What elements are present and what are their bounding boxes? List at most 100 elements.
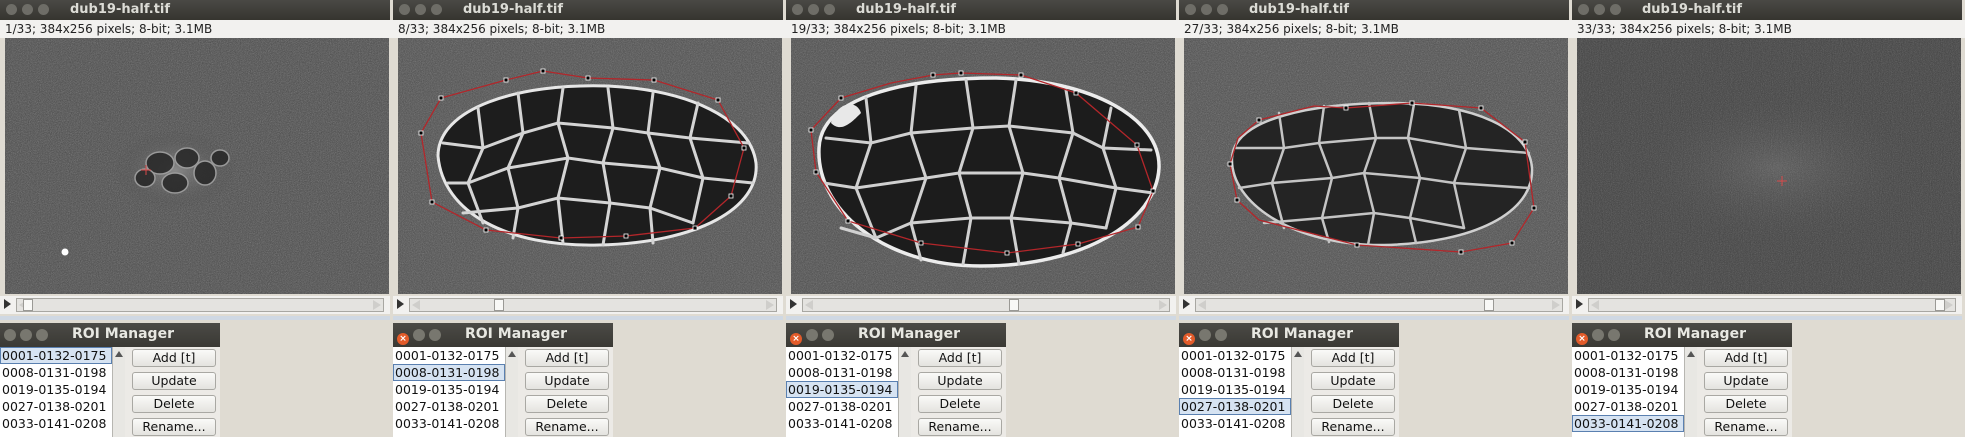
scroll-up-icon[interactable] [508, 351, 516, 357]
list-item[interactable]: 0008-0131-0198 [1179, 364, 1291, 381]
minimize-icon[interactable] [808, 4, 819, 15]
roi-list[interactable]: 0001-0132-0175 0008-0131-0198 0019-0135-… [1572, 347, 1684, 437]
close-icon[interactable]: × [1183, 333, 1195, 345]
update-button[interactable]: Update [1704, 372, 1788, 390]
update-button[interactable]: Update [918, 372, 1002, 390]
add-button[interactable]: Add [t] [132, 349, 216, 367]
roi-list-scrollbar[interactable] [1291, 347, 1304, 437]
list-item[interactable]: 0033-0141-0208 [1572, 415, 1684, 432]
image-canvas[interactable] [1577, 38, 1961, 294]
list-item[interactable]: 0027-0138-0201 [1179, 398, 1291, 415]
delete-button[interactable]: Delete [1704, 395, 1788, 413]
list-item[interactable]: 0008-0131-0198 [0, 364, 112, 381]
roi-list-scrollbar[interactable] [1684, 347, 1697, 437]
maximize-icon[interactable] [824, 4, 835, 15]
add-button[interactable]: Add [t] [525, 349, 609, 367]
close-icon[interactable]: × [790, 333, 802, 345]
stack-slider[interactable] [802, 298, 1170, 312]
list-item[interactable]: 0027-0138-0201 [393, 398, 505, 415]
roi-list[interactable]: 0001-0132-0175 0008-0131-0198 0019-0135-… [786, 347, 898, 437]
list-item[interactable]: 0001-0132-0175 [393, 347, 505, 364]
rename-button[interactable]: Rename... [1704, 418, 1788, 436]
list-item[interactable]: 0008-0131-0198 [1572, 364, 1684, 381]
list-item[interactable]: 0033-0141-0208 [1179, 415, 1291, 432]
play-icon[interactable] [1183, 299, 1190, 309]
slider-thumb[interactable] [23, 299, 33, 311]
slider-thumb[interactable] [1484, 299, 1494, 311]
stack-slider[interactable] [16, 298, 384, 312]
add-button[interactable]: Add [t] [1704, 349, 1788, 367]
scroll-up-icon[interactable] [901, 351, 909, 357]
image-canvas[interactable] [5, 38, 389, 294]
arrow-left-icon[interactable] [412, 300, 420, 310]
delete-button[interactable]: Delete [132, 395, 216, 413]
arrow-right-icon[interactable] [1159, 300, 1167, 310]
list-item[interactable]: 0027-0138-0201 [0, 398, 112, 415]
update-button[interactable]: Update [525, 372, 609, 390]
minimize-icon[interactable] [413, 329, 425, 341]
list-item[interactable]: 0019-0135-0194 [1179, 381, 1291, 398]
minimize-icon[interactable] [22, 4, 33, 15]
close-icon[interactable] [792, 4, 803, 15]
maximize-icon[interactable] [38, 4, 49, 15]
roi-list[interactable]: 0001-0132-0175 0008-0131-0198 0019-0135-… [0, 347, 112, 437]
arrow-right-icon[interactable] [1552, 300, 1560, 310]
play-icon[interactable] [4, 299, 11, 309]
window-titlebar[interactable]: dub19-half.tif [1179, 0, 1569, 20]
roi-titlebar[interactable]: × ROI Manager [1179, 323, 1399, 347]
delete-button[interactable]: Delete [918, 395, 1002, 413]
scroll-up-icon[interactable] [1687, 351, 1695, 357]
stack-slider[interactable] [409, 298, 777, 312]
slider-thumb[interactable] [1009, 299, 1019, 311]
arrow-left-icon[interactable] [805, 300, 813, 310]
play-icon[interactable] [397, 299, 404, 309]
list-item[interactable]: 0027-0138-0201 [786, 398, 898, 415]
window-titlebar[interactable]: dub19-half.tif [1572, 0, 1962, 20]
list-item[interactable]: 0027-0138-0201 [1572, 398, 1684, 415]
maximize-icon[interactable] [1217, 4, 1228, 15]
list-item[interactable]: 0001-0132-0175 [786, 347, 898, 364]
minimize-icon[interactable] [20, 329, 32, 341]
roi-titlebar[interactable]: × ROI Manager [786, 323, 1006, 347]
update-button[interactable]: Update [132, 372, 216, 390]
roi-list-scrollbar[interactable] [505, 347, 518, 437]
maximize-icon[interactable] [36, 329, 48, 341]
list-item[interactable]: 0033-0141-0208 [786, 415, 898, 432]
rename-button[interactable]: Rename... [918, 418, 1002, 436]
close-icon[interactable] [6, 4, 17, 15]
minimize-icon[interactable] [1199, 329, 1211, 341]
scroll-up-icon[interactable] [1294, 351, 1302, 357]
list-item[interactable]: 0019-0135-0194 [0, 381, 112, 398]
close-icon[interactable] [1578, 4, 1589, 15]
list-item[interactable]: 0001-0132-0175 [1572, 347, 1684, 364]
maximize-icon[interactable] [1610, 4, 1621, 15]
list-item[interactable]: 0008-0131-0198 [786, 364, 898, 381]
maximize-icon[interactable] [431, 4, 442, 15]
scroll-up-icon[interactable] [115, 351, 123, 357]
list-item[interactable]: 0001-0132-0175 [0, 347, 112, 364]
window-titlebar[interactable]: dub19-half.tif [0, 0, 390, 20]
image-canvas[interactable] [791, 38, 1175, 294]
list-item[interactable]: 0033-0141-0208 [393, 415, 505, 432]
roi-list-scrollbar[interactable] [112, 347, 125, 437]
minimize-icon[interactable] [1592, 329, 1604, 341]
minimize-icon[interactable] [415, 4, 426, 15]
roi-list[interactable]: 0001-0132-0175 0008-0131-0198 0019-0135-… [393, 347, 505, 437]
close-icon[interactable] [1185, 4, 1196, 15]
play-icon[interactable] [1576, 299, 1583, 309]
close-icon[interactable] [4, 329, 16, 341]
rename-button[interactable]: Rename... [132, 418, 216, 436]
rename-button[interactable]: Rename... [525, 418, 609, 436]
maximize-icon[interactable] [1215, 329, 1227, 341]
image-canvas[interactable] [398, 38, 782, 294]
list-item[interactable]: 0008-0131-0198 [393, 364, 505, 381]
minimize-icon[interactable] [1201, 4, 1212, 15]
play-icon[interactable] [790, 299, 797, 309]
delete-button[interactable]: Delete [1311, 395, 1395, 413]
image-canvas[interactable] [1184, 38, 1568, 294]
maximize-icon[interactable] [822, 329, 834, 341]
slider-thumb[interactable] [494, 299, 504, 311]
arrow-left-icon[interactable] [1198, 300, 1206, 310]
close-icon[interactable]: × [1576, 333, 1588, 345]
minimize-icon[interactable] [806, 329, 818, 341]
